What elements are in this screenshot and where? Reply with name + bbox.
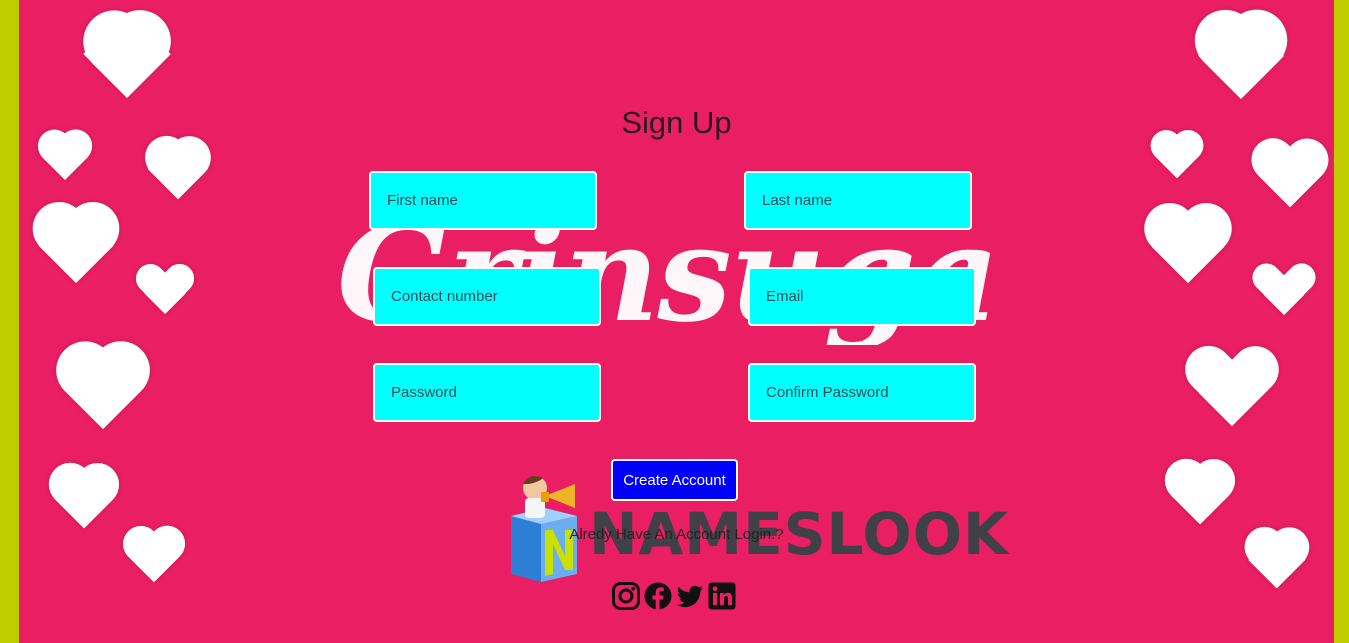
heart-decoration-icon [1187,346,1277,446]
heart-decoration-icon [1139,206,1237,302]
heart-decoration-icon [1257,262,1311,328]
password-input[interactable] [373,363,601,422]
contact-number-input[interactable] [373,267,601,326]
last-name-input[interactable] [744,171,972,230]
confirm-password-input[interactable] [748,363,976,422]
email-input[interactable] [748,267,976,326]
instagram-icon[interactable] [611,581,641,611]
heart-decoration-icon [137,140,219,214]
page-title: Sign Up [621,105,732,140]
heart-decoration-icon [1249,140,1331,224]
create-account-button[interactable]: Create Account [611,459,738,501]
facebook-icon[interactable] [643,581,673,611]
social-links [611,581,741,611]
heart-decoration-icon [67,18,187,118]
heart-decoration-icon [25,206,127,302]
heart-decoration-icon [137,264,193,326]
login-link[interactable]: Alredy Have An Account Login.? [19,526,1334,543]
signup-page: Grinsuga NAMESLOOK Sign Up Create Accoun… [19,0,1334,643]
twitter-icon[interactable] [675,581,705,611]
first-name-input[interactable] [369,171,597,230]
heart-decoration-icon [47,346,159,450]
linkedin-icon[interactable] [707,581,737,611]
heart-decoration-icon [33,132,97,192]
